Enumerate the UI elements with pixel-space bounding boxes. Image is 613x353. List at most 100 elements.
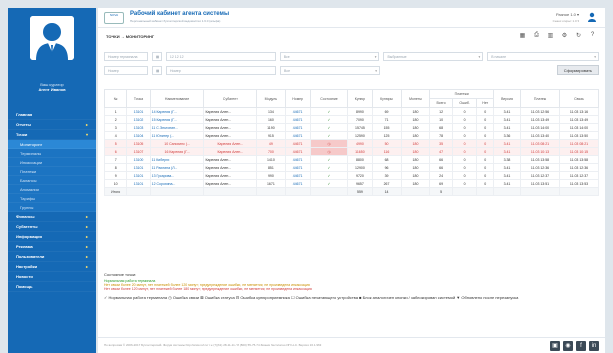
- column-header[interactable]: Версия: [492, 89, 522, 108]
- table-cell: 990: [256, 171, 286, 180]
- table-cell[interactable]: 13 Гусарова...: [149, 171, 205, 180]
- table-row[interactable]: 3 13103 11 С.Эльтонин... Карелия Ален... 119…: [103, 123, 600, 132]
- table-cell[interactable]: 11 С.Эльтонин...: [149, 123, 205, 132]
- sidebar-item[interactable]: Помощь: [8, 282, 96, 292]
- excel-icon[interactable]: ▦: [518, 30, 527, 40]
- session-info[interactable]: Разное 1.0 ▾ Сеанс открыт 1.0 ▾: [553, 12, 579, 24]
- apply-button[interactable]: Сформировать: [556, 65, 599, 75]
- column-header[interactable]: Номер: [284, 89, 311, 108]
- position-select[interactable]: В начале ▾: [487, 52, 599, 61]
- table-cell: [558, 187, 600, 196]
- table-cell[interactable]: 13100: [126, 155, 151, 164]
- table-cell[interactable]: 11 Юпитер (...: [149, 131, 205, 140]
- table-row[interactable]: 7 13100 11 Киберги Карелия Ален... 1410 44671…: [103, 155, 600, 164]
- table-cell[interactable]: 13101: [126, 107, 151, 116]
- chart-icon[interactable]: ▥: [546, 30, 555, 40]
- table-cell: 1190: [256, 123, 286, 132]
- column-header[interactable]: Нет: [476, 98, 494, 108]
- sidebar-item[interactable]: Пользователи ▸: [8, 252, 96, 262]
- table-cell: 44671: [284, 123, 311, 132]
- table-row[interactable]: 6 13107 16 Карелия (Г... Карелия Ален... 700…: [103, 147, 600, 156]
- sidebar-item[interactable]: Терминалы: [8, 149, 96, 158]
- table-cell: 12: [429, 107, 453, 116]
- table-cell[interactable]: 10 Сапохинс (...: [149, 139, 205, 148]
- sidebar-item[interactable]: Тарифы: [8, 194, 96, 203]
- sidebar-item[interactable]: Инкассации: [8, 158, 96, 167]
- help-icon[interactable]: ?: [588, 30, 597, 40]
- table-cell: 9: [103, 171, 128, 180]
- table-cell[interactable]: 13101: [126, 179, 151, 188]
- sidebar-item[interactable]: Точки ▾: [8, 130, 96, 140]
- sidebar-item[interactable]: Субагенты ▸: [8, 222, 96, 232]
- ok-icon[interactable]: ◉: [563, 341, 573, 351]
- table-row[interactable]: 4 13104 11 Юпитер (... Карелия Ален... 915 44…: [103, 131, 600, 140]
- sidebar-item-label: Платежи: [20, 169, 37, 174]
- table-row[interactable]: 2 13102 15 Карелия (Г... Карелия Ален... 160…: [103, 115, 600, 124]
- column-header[interactable]: Всего: [429, 98, 453, 108]
- sidebar-item[interactable]: Аномалии: [8, 185, 96, 194]
- table-cell: [476, 187, 494, 196]
- column-header[interactable]: Купюры: [371, 89, 402, 108]
- table-cell[interactable]: 13102: [126, 115, 151, 124]
- table-cell[interactable]: 13103: [126, 123, 151, 132]
- print-icon[interactable]: ⎙: [532, 30, 541, 40]
- column-header[interactable]: Субагент: [203, 89, 258, 108]
- table-row[interactable]: 1 13101 14 Карелия (Г... Карелия Ален... 134…: [103, 107, 600, 116]
- sidebar-item[interactable]: Мониторинг: [8, 140, 96, 149]
- table-row[interactable]: 5 13105 10 Сапохинс (... Карелия Ален... 49 4…: [103, 139, 600, 148]
- group-select[interactable]: Все ▾: [280, 65, 380, 75]
- selected-select[interactable]: Выбранные ▾: [383, 52, 484, 61]
- column-header[interactable]: Наименование: [149, 89, 205, 108]
- column-header[interactable]: Монеты: [400, 89, 431, 108]
- table-cell[interactable]: 11 Рахлина (Л...: [149, 163, 205, 172]
- table-row[interactable]: 9 13101 13 Гусарова... Карелия Ален... 990 44…: [103, 171, 600, 180]
- column-header[interactable]: №: [103, 89, 128, 108]
- column-header[interactable]: Связь: [558, 89, 600, 108]
- sidebar-item[interactable]: Настройки ▸: [8, 262, 96, 272]
- table-cell[interactable]: 13101: [126, 163, 151, 172]
- table-cell[interactable]: 13107: [126, 147, 151, 156]
- table-cell: 96: [371, 163, 402, 172]
- user-icon[interactable]: [587, 12, 597, 22]
- refresh-icon[interactable]: ↻: [574, 30, 583, 40]
- sidebar-item[interactable]: Главная: [8, 110, 96, 120]
- table-cell[interactable]: 14 Карелия (Г...: [149, 107, 205, 116]
- logo[interactable]: NOVA: [104, 12, 124, 24]
- sidebar-item[interactable]: Группы: [8, 203, 96, 212]
- sidebar-item[interactable]: Финансы ▸: [8, 212, 96, 222]
- column-header[interactable]: Модуль: [256, 89, 286, 108]
- sidebar-item[interactable]: Балансы: [8, 176, 96, 185]
- vk-icon[interactable]: ▣: [550, 341, 560, 351]
- sidebar-item[interactable]: Реклама ▸: [8, 242, 96, 252]
- table-cell[interactable]: 11 Киберги: [149, 155, 205, 164]
- settings-icon[interactable]: ⚙: [560, 30, 569, 40]
- column-header[interactable]: Точка: [126, 89, 151, 108]
- user-name[interactable]: Агент Иванов: [38, 87, 65, 92]
- table-row[interactable]: 10 13101 12 Сорохина... Карелия Ален... 1671…: [103, 179, 600, 188]
- sidebar-item[interactable]: Платежи: [8, 167, 96, 176]
- terminal-number-input[interactable]: 12 12 12: [165, 52, 276, 61]
- table-cell[interactable]: 16 Карелия (Г...: [149, 147, 205, 156]
- sidebar-item[interactable]: Новости: [8, 272, 96, 282]
- table-cell[interactable]: 12 Сорохина...: [149, 179, 205, 188]
- sidebar-item[interactable]: Информация ▸: [8, 232, 96, 242]
- column-header[interactable]: Состояние: [309, 89, 349, 108]
- facebook-icon[interactable]: f: [576, 341, 586, 351]
- number-select[interactable]: Номер: [166, 65, 276, 75]
- calendar-icon[interactable]: ▦: [152, 65, 162, 75]
- status-select[interactable]: Все ▾: [279, 52, 380, 61]
- table-cell[interactable]: 13104: [126, 131, 151, 140]
- table-cell: Карелия Ален...: [203, 155, 258, 164]
- table-row[interactable]: 8 13101 11 Рахлина (Л... Карелия Ален... 851…: [103, 163, 600, 172]
- sidebar-item[interactable]: Отчеты ▸: [8, 120, 96, 130]
- table-cell: 11.03 08:21: [520, 139, 560, 148]
- table-cell[interactable]: 15 Карелия (Г...: [149, 115, 205, 124]
- column-header[interactable]: Платеж: [520, 89, 560, 108]
- column-header[interactable]: Ошиб.: [451, 98, 478, 108]
- table-cell[interactable]: 13101: [126, 171, 151, 180]
- table-cell: 68: [429, 123, 453, 132]
- column-header[interactable]: Купюр: [347, 89, 373, 108]
- linkedin-icon[interactable]: in: [589, 341, 599, 351]
- table-cell[interactable]: 13105: [126, 139, 151, 148]
- calendar-icon[interactable]: ▦: [151, 52, 162, 61]
